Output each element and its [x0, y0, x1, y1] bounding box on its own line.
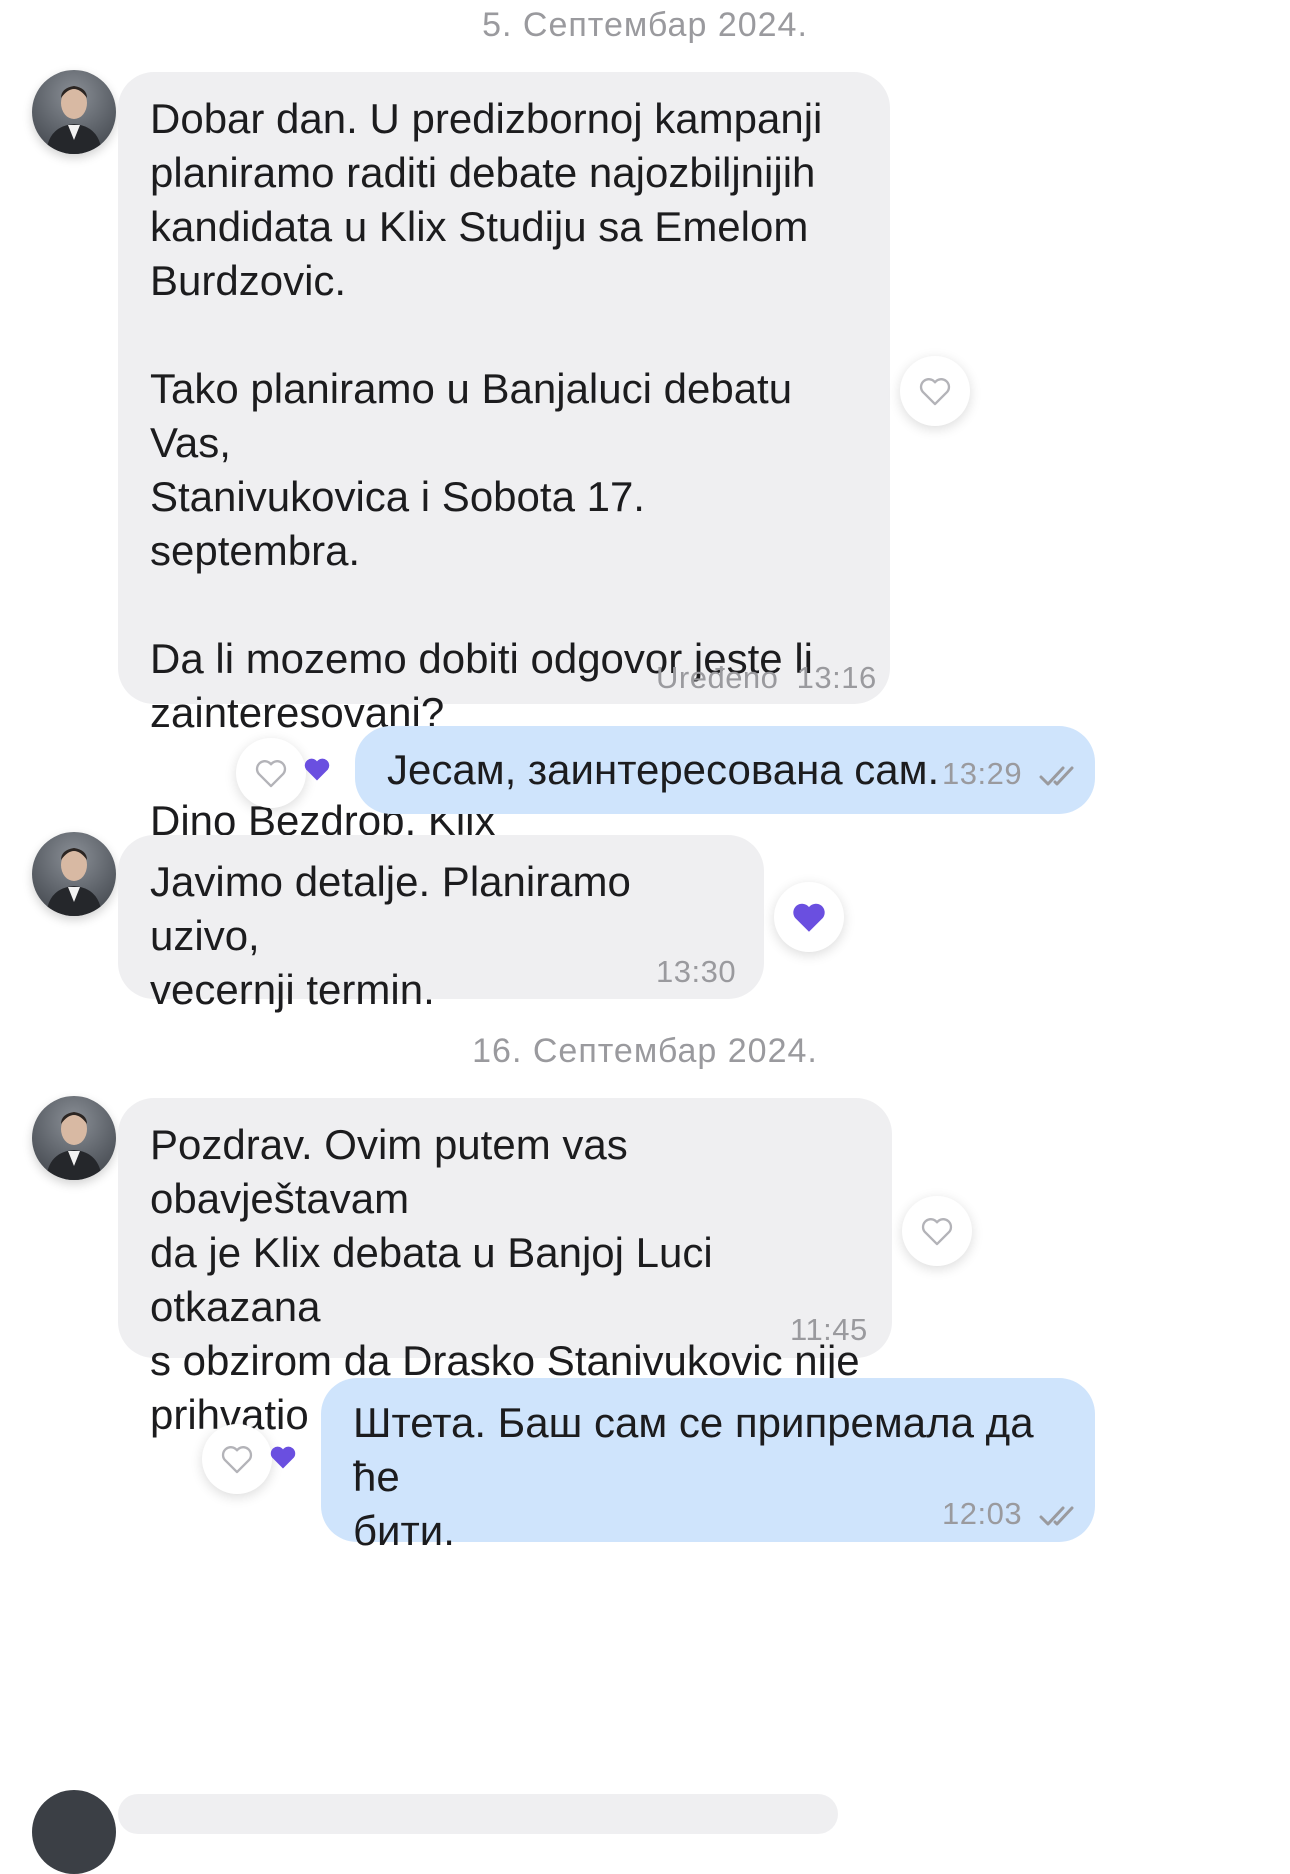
message-bubble-incoming[interactable]: Dobar dan. U predizbornoj kampanji plani… — [118, 72, 890, 844]
date-separator: 16. Септембар 2024. — [472, 1032, 818, 1070]
heart-outline-icon — [921, 1218, 953, 1246]
message-text: Штета. Баш сам се припремала да ће бити. — [353, 1399, 1034, 1554]
message-time: 13:29 — [942, 756, 1023, 791]
double-check-icon — [1039, 766, 1074, 786]
heart-outline-icon — [255, 760, 287, 788]
message-time: 11:45 — [790, 1312, 868, 1347]
avatar[interactable] — [32, 832, 116, 916]
message-time: 13:30 — [656, 954, 737, 989]
edited-label: Uređeno — [656, 660, 779, 695]
message-meta: 11:45 — [790, 1312, 868, 1348]
heart-filled-icon — [793, 903, 825, 932]
date-separator: 5. Септембар 2024. — [482, 6, 808, 44]
heart-filled-icon — [270, 1446, 296, 1469]
heart-outline-icon — [919, 378, 951, 406]
message-meta: Uređeno 13:16 — [656, 660, 877, 696]
double-check-icon — [1039, 1506, 1074, 1526]
heart-outline-icon — [221, 1446, 253, 1474]
reaction-badge[interactable] — [260, 1434, 306, 1480]
avatar[interactable] — [32, 1790, 116, 1874]
like-button[interactable] — [900, 356, 970, 426]
message-text: Javimo detalje. Planiramo uzivo, vecernj… — [150, 858, 631, 1013]
avatar[interactable] — [32, 70, 116, 154]
message-text: Јесам, заинтересована сам. — [387, 746, 940, 793]
message-time: 12:03 — [942, 1496, 1023, 1531]
avatar[interactable] — [32, 1096, 116, 1180]
message-meta: 13:29 — [942, 756, 1083, 792]
like-button[interactable] — [902, 1196, 972, 1266]
message-bubble-incoming[interactable]: Pozdrav. Ovim putem vas obavještavam da … — [118, 1098, 892, 1438]
message-meta: 13:30 — [656, 954, 736, 990]
reaction-badge[interactable] — [294, 746, 340, 792]
message-bubble-incoming[interactable] — [118, 1794, 838, 1834]
reaction-badge[interactable] — [774, 882, 844, 952]
message-meta: 12:03 — [942, 1496, 1083, 1532]
heart-filled-icon — [304, 758, 330, 781]
message-time: 13:16 — [796, 660, 877, 695]
